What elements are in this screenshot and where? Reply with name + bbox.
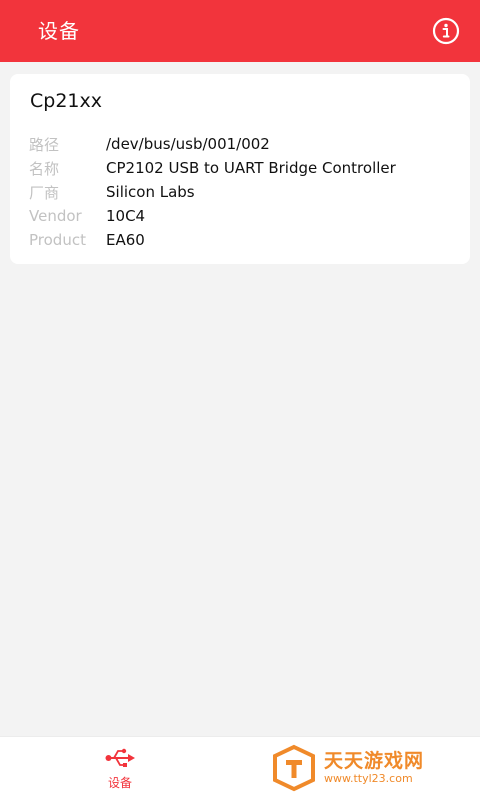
property-label: 厂商 [29,183,60,202]
device-card[interactable]: Cp21xx 路径 /dev/bus/usb/001/002 名称 CP2102… [10,74,470,264]
watermark-url: www.ttyl23.com [324,772,413,785]
property-row-name: 名称 CP2102 USB to UART Bridge Controller [29,156,459,180]
property-value: EA60 [106,231,145,249]
property-row-manufacturer: 厂商 Silicon Labs [29,180,459,204]
property-value: 10C4 [106,207,146,225]
app-bar: 设备 [0,0,480,62]
device-properties: 路径 /dev/bus/usb/001/002 名称 CP2102 USB to… [29,132,459,252]
usb-icon [105,748,135,767]
info-circle-icon [432,17,460,45]
property-label: 路径 [29,135,60,154]
property-label: Vendor [29,207,82,225]
property-label: 名称 [29,159,60,178]
nav-item-label: 设备 [107,776,132,790]
property-value: CP2102 USB to UART Bridge Controller [106,159,396,177]
nav-item-devices[interactable]: 设备 [88,747,152,797]
property-row-path: 路径 /dev/bus/usb/001/002 [29,132,459,156]
property-value: Silicon Labs [106,183,195,201]
watermark-name: 天天游戏网 [324,750,425,772]
watermark-logo-icon [273,744,315,792]
page-title: 设备 [38,19,80,43]
property-row-product: Product EA60 [29,228,459,252]
property-row-vendor: Vendor 10C4 [29,204,459,228]
watermark: 天天游戏网 www.ttyl23.com [270,738,470,798]
property-value: /dev/bus/usb/001/002 [106,135,270,153]
info-button[interactable] [432,17,460,45]
property-label: Product [29,231,86,249]
device-name: Cp21xx [30,90,102,112]
